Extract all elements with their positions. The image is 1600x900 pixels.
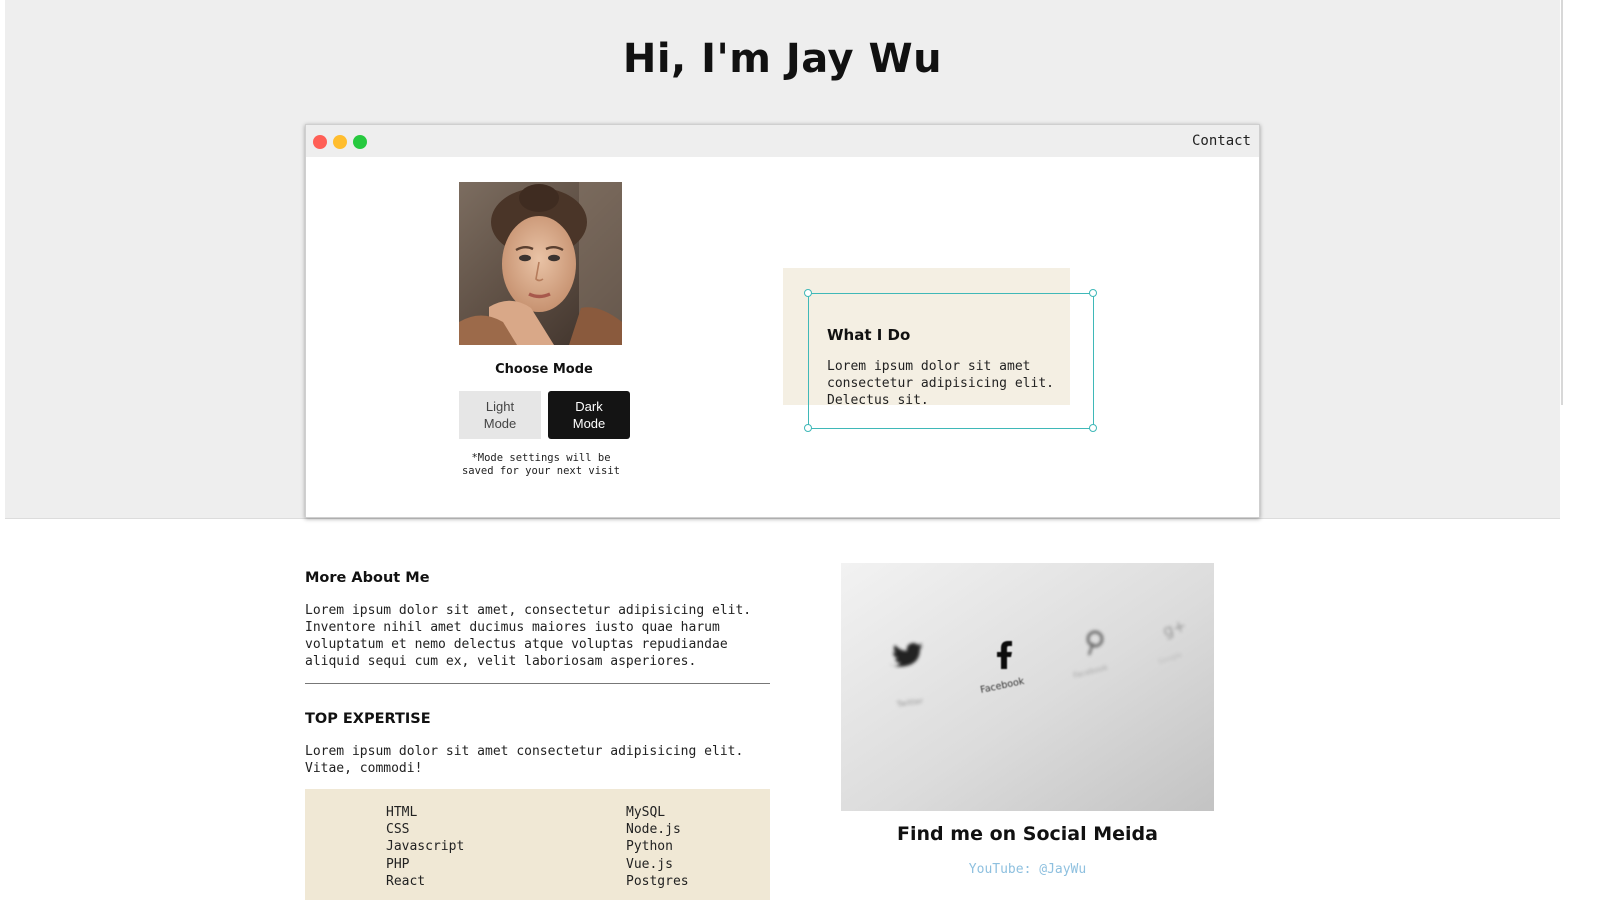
about-text: Lorem ipsum dolor sit amet, consectetur … — [305, 603, 752, 669]
contact-link[interactable]: Contact — [1192, 133, 1251, 149]
expertise-list-box: HTML CSS Javascript PHP React MySQL Node… — [305, 789, 770, 900]
list-item: React — [386, 873, 426, 889]
choose-mode-label: Choose Mode — [495, 362, 593, 377]
list-item: HTML — [386, 805, 418, 820]
social-heading: Find me on Social Meida — [897, 823, 1158, 845]
dark-mode-button[interactable]: Dark Mode — [548, 391, 630, 439]
profile-photo — [459, 182, 622, 345]
resize-handle-bottom-left[interactable] — [804, 424, 812, 432]
window-titlebar: Contact — [306, 125, 1259, 157]
browser-window-mockup: Contact Choose Mode Light Mode Dark Mode… — [305, 124, 1260, 518]
light-mode-button[interactable]: Light Mode — [459, 391, 541, 439]
youtube-link[interactable]: YouTube: @JayWu — [841, 862, 1214, 877]
expertise-text: Lorem ipsum dolor sit amet consectetur a… — [305, 744, 744, 776]
section-divider — [305, 683, 770, 684]
resize-handle-bottom-right[interactable] — [1089, 424, 1097, 432]
list-item: Vue.js — [626, 856, 673, 872]
list-item: CSS — [386, 822, 410, 838]
list-item: Postgres — [626, 873, 689, 889]
list-item: Python — [626, 839, 673, 855]
maximize-dot-icon — [353, 135, 367, 149]
expertise-list-right: MySQL Node.js Python Vue.js Postgres — [626, 804, 689, 890]
expertise-heading: TOP EXPERTISE — [305, 711, 431, 727]
list-item: MySQL — [626, 805, 666, 820]
what-i-do-heading: What I Do — [827, 326, 911, 344]
social-media-photo: Twitter Facebook Facebook g+ Google — [841, 563, 1214, 811]
close-dot-icon — [313, 135, 327, 149]
what-i-do-text: Lorem ipsum dolor sit amet consectetur a… — [827, 359, 1054, 408]
list-item: Javascript — [386, 839, 465, 855]
scrollbar[interactable] — [1561, 0, 1563, 405]
about-heading: More About Me — [305, 570, 430, 586]
resize-handle-top-left[interactable] — [804, 289, 812, 297]
list-item: PHP — [386, 856, 410, 872]
list-item: Node.js — [626, 822, 681, 838]
minimize-dot-icon — [333, 135, 347, 149]
resize-handle-top-right[interactable] — [1089, 289, 1097, 297]
mode-settings-note: *Mode settings will be saved for your ne… — [461, 452, 621, 477]
expertise-list-left: HTML CSS Javascript PHP React — [386, 804, 464, 890]
page-title: Hi, I'm Jay Wu — [622, 36, 943, 82]
